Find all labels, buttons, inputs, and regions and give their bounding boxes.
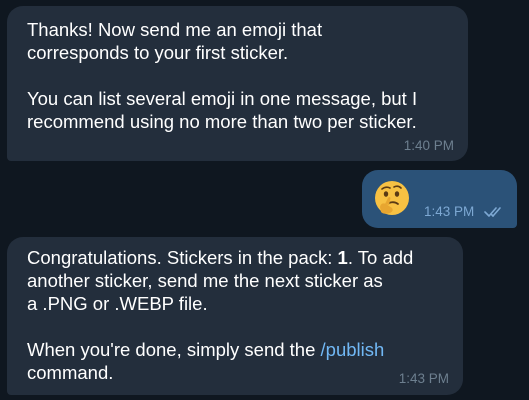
sticker-count: 1 [337,247,348,268]
message-timestamp: 1:43 PM [398,371,449,386]
message-bubble-incoming[interactable]: Congratulations. Stickers in the pack: 1… [7,237,463,395]
double-check-icon [484,207,501,217]
message-text-line: command. [27,362,114,383]
chat-window: { "messages": [ { "direction": "incoming… [0,0,529,400]
message-text-line: Congratulations. Stickers in the pack: 1… [27,247,414,268]
thinking-face-icon [375,181,409,215]
message-text-line: a .PNG or .WEBP file. [27,293,208,314]
publish-command-link[interactable]: /publish [321,339,385,360]
message-bubble-outgoing[interactable]: 1:43 PM [362,170,517,228]
message-timestamp: 1:43 PM [424,204,475,219]
message-text-line: Thanks! Now send me an emoji that [27,19,323,40]
message-text-line: recommend using no more than two per sti… [27,111,417,132]
message-text-line: You can list several emoji in one messag… [27,88,418,109]
message-bubble-incoming[interactable]: Thanks! Now send me an emoji that corres… [7,6,468,161]
message-text-line: When you're done, simply send the /publi… [27,339,385,360]
message-timestamp: 1:40 PM [403,138,454,153]
message-text-line: another sticker, send me the next sticke… [27,270,383,291]
message-text-line: corresponds to your first sticker. [27,42,289,63]
